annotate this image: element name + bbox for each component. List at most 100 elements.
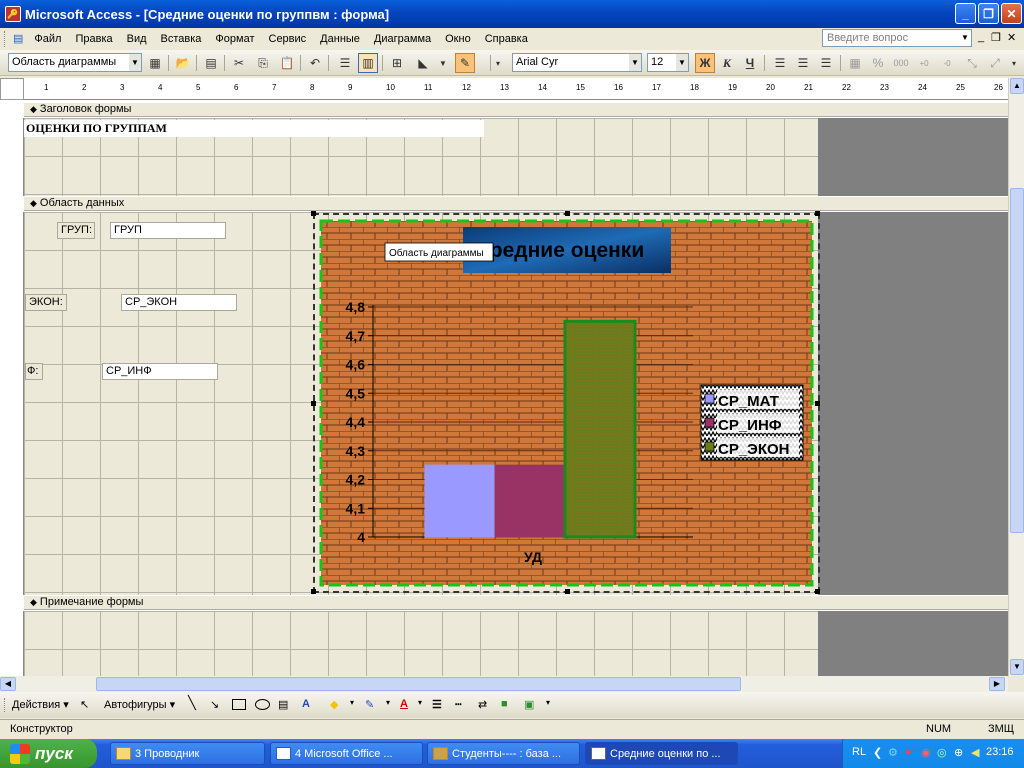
volume-icon[interactable]: ◀ <box>971 746 979 759</box>
import-file-icon[interactable]: 📂 <box>173 53 193 73</box>
antivirus-icon[interactable]: ● <box>905 746 912 758</box>
vertical-scrollbar[interactable]: ▲ ▼ <box>1008 78 1024 676</box>
horizontal-ruler[interactable]: 1 2 3 4 5 6 7 8 9 10 11 12 13 14 15 16 17 18 19 20 21 22 23 24 2… <box>24 78 1008 100</box>
toolbar-grip[interactable] <box>4 698 7 712</box>
vertical-ruler-footer[interactable] <box>0 611 24 676</box>
resize-handle[interactable] <box>565 589 570 594</box>
font-size-select[interactable]: 12 ▼ <box>647 53 689 72</box>
angle-text-up-icon[interactable]: ⤢ <box>985 53 1005 73</box>
increase-decimal-icon[interactable]: +0 <box>914 53 934 73</box>
access-app-icon[interactable]: 🔑 <box>5 6 21 22</box>
toolbar-options-icon[interactable]: ▾ <box>493 53 503 73</box>
resize-handle[interactable] <box>311 589 316 594</box>
font-family-select[interactable]: Arial Cyr ▼ <box>512 53 642 72</box>
section-bar-footer[interactable]: ◆ Примечание формы <box>24 595 1008 610</box>
arrow-style-icon[interactable]: ⇄ <box>478 698 487 711</box>
drawing-toggle-icon[interactable]: ✎ <box>455 53 475 73</box>
rectangle-icon[interactable] <box>232 699 246 710</box>
eye-icon[interactable]: ◎ <box>937 746 947 759</box>
chevron-down-icon[interactable]: ▾ <box>386 698 390 707</box>
angle-text-down-icon[interactable]: ⤡ <box>962 53 982 73</box>
underline-button[interactable]: Ч <box>740 53 760 73</box>
menu-grip[interactable] <box>4 30 7 47</box>
resize-handle[interactable] <box>815 589 820 594</box>
task-students-db[interactable]: Студенты---- : база ... <box>427 742 580 765</box>
resize-handle[interactable] <box>565 211 570 216</box>
menu-tools[interactable]: Сервис <box>262 33 314 45</box>
chart-object[interactable]: 4 4,1 4,2 4,3 4,4 4,5 4,6 4,7 4,8 редние оценки … <box>311 211 820 594</box>
align-right-icon[interactable]: ☰ <box>816 53 836 73</box>
menu-window[interactable]: Окно <box>438 33 478 45</box>
minimize-button[interactable]: _ <box>955 3 976 24</box>
form-title-label[interactable]: ОЦЕНКИ ПО ГРУППАМ <box>24 120 484 137</box>
doc-restore-button[interactable]: ❐ <box>991 31 1001 44</box>
resize-handle[interactable] <box>815 211 820 216</box>
vertical-ruler-detail[interactable] <box>0 212 24 595</box>
toolbar-options-icon[interactable]: ▾ <box>546 698 550 707</box>
dash-style-icon[interactable]: ┅ <box>455 698 462 711</box>
clock[interactable]: 23:16 <box>986 746 1014 758</box>
close-button[interactable]: ✕ <box>1001 3 1022 24</box>
legend-label[interactable]: СР_ЭКОН <box>718 441 790 458</box>
scroll-left-icon[interactable]: ◀ <box>0 677 16 691</box>
section-bar-detail[interactable]: ◆ Область данных <box>24 196 1008 211</box>
tray-misc-icon[interactable]: ⊕ <box>954 746 963 759</box>
menu-view[interactable]: Вид <box>120 33 154 45</box>
vertical-scroll-thumb[interactable] <box>1010 188 1024 533</box>
bar-ср-экон[interactable] <box>563 319 637 539</box>
currency-icon[interactable]: ▦ <box>845 53 865 73</box>
resize-handle[interactable] <box>311 211 316 216</box>
chevron-down-icon[interactable]: ▼ <box>629 54 641 71</box>
datasheet-icon[interactable]: ▤ <box>201 53 221 73</box>
oval-icon[interactable] <box>255 699 270 710</box>
horizontal-scroll-thumb[interactable] <box>96 677 741 691</box>
actions-menu[interactable]: Действия ▾ <box>12 698 69 711</box>
group-field[interactable]: ГРУП <box>110 222 226 239</box>
arrow-icon[interactable]: ↘ <box>210 698 219 711</box>
group-label[interactable]: ГРУП: <box>57 222 95 239</box>
doc-minimize-button[interactable]: _ <box>978 31 984 43</box>
object-select[interactable]: Область диаграммы ▼ <box>8 53 142 72</box>
3d-icon[interactable]: ▣ <box>524 698 534 711</box>
start-button[interactable]: пуск <box>0 739 97 768</box>
footer-grid[interactable] <box>24 611 818 676</box>
x-axis-label[interactable]: УД <box>524 549 542 565</box>
bold-button[interactable]: Ж <box>695 53 715 73</box>
help-question-input[interactable]: Введите вопрос ▼ <box>822 29 972 47</box>
inf-label[interactable]: Ф: <box>25 363 43 380</box>
by-column-icon[interactable]: ▥ <box>358 53 378 73</box>
thousands-icon[interactable]: 000 <box>891 53 911 73</box>
percent-icon[interactable]: % <box>868 53 888 73</box>
menu-file[interactable]: Файл <box>27 33 68 45</box>
wordart-icon[interactable]: A <box>302 698 310 710</box>
align-left-icon[interactable]: ☰ <box>770 53 790 73</box>
bar-ср-инф[interactable] <box>494 464 566 538</box>
data-table-icon[interactable]: ⊞ <box>387 53 407 73</box>
chevron-down-icon[interactable]: ▼ <box>433 53 453 73</box>
task-explorer[interactable]: 3 Проводник <box>110 742 265 765</box>
scroll-down-icon[interactable]: ▼ <box>1010 659 1024 675</box>
line-icon[interactable]: ╲ <box>188 695 196 711</box>
by-row-icon[interactable]: ☰ <box>335 53 355 73</box>
legend-label[interactable]: СР_МАТ <box>718 393 779 410</box>
menu-edit[interactable]: Правка <box>68 33 119 45</box>
paste-icon[interactable]: 📋 <box>277 53 297 73</box>
line-style-icon[interactable]: ☰ <box>432 698 442 711</box>
horizontal-scrollbar[interactable]: ◀ ▶ <box>0 676 1008 692</box>
form-doc-icon[interactable]: ▤ <box>13 32 23 45</box>
cut-icon[interactable]: ✂ <box>229 53 249 73</box>
chart-title[interactable]: редние оценки <box>490 239 644 262</box>
menu-data[interactable]: Данные <box>313 33 367 45</box>
resize-handle[interactable] <box>815 401 820 406</box>
autoshapes-menu[interactable]: Автофигуры ▾ <box>104 698 175 711</box>
menu-insert[interactable]: Вставка <box>154 33 209 45</box>
text-box-icon[interactable]: ▤ <box>278 698 288 711</box>
font-color-icon[interactable]: A <box>400 698 408 710</box>
decrease-decimal-icon[interactable]: -0 <box>937 53 957 73</box>
chevron-down-icon[interactable]: ▼ <box>129 54 141 71</box>
ruler-corner[interactable] <box>0 78 24 100</box>
menu-help[interactable]: Справка <box>478 33 535 45</box>
copy-icon[interactable]: ⎘ <box>253 53 273 73</box>
shadow-icon[interactable]: ■ <box>501 698 508 710</box>
toolbar-options-icon[interactable]: ▾ <box>1008 53 1020 73</box>
